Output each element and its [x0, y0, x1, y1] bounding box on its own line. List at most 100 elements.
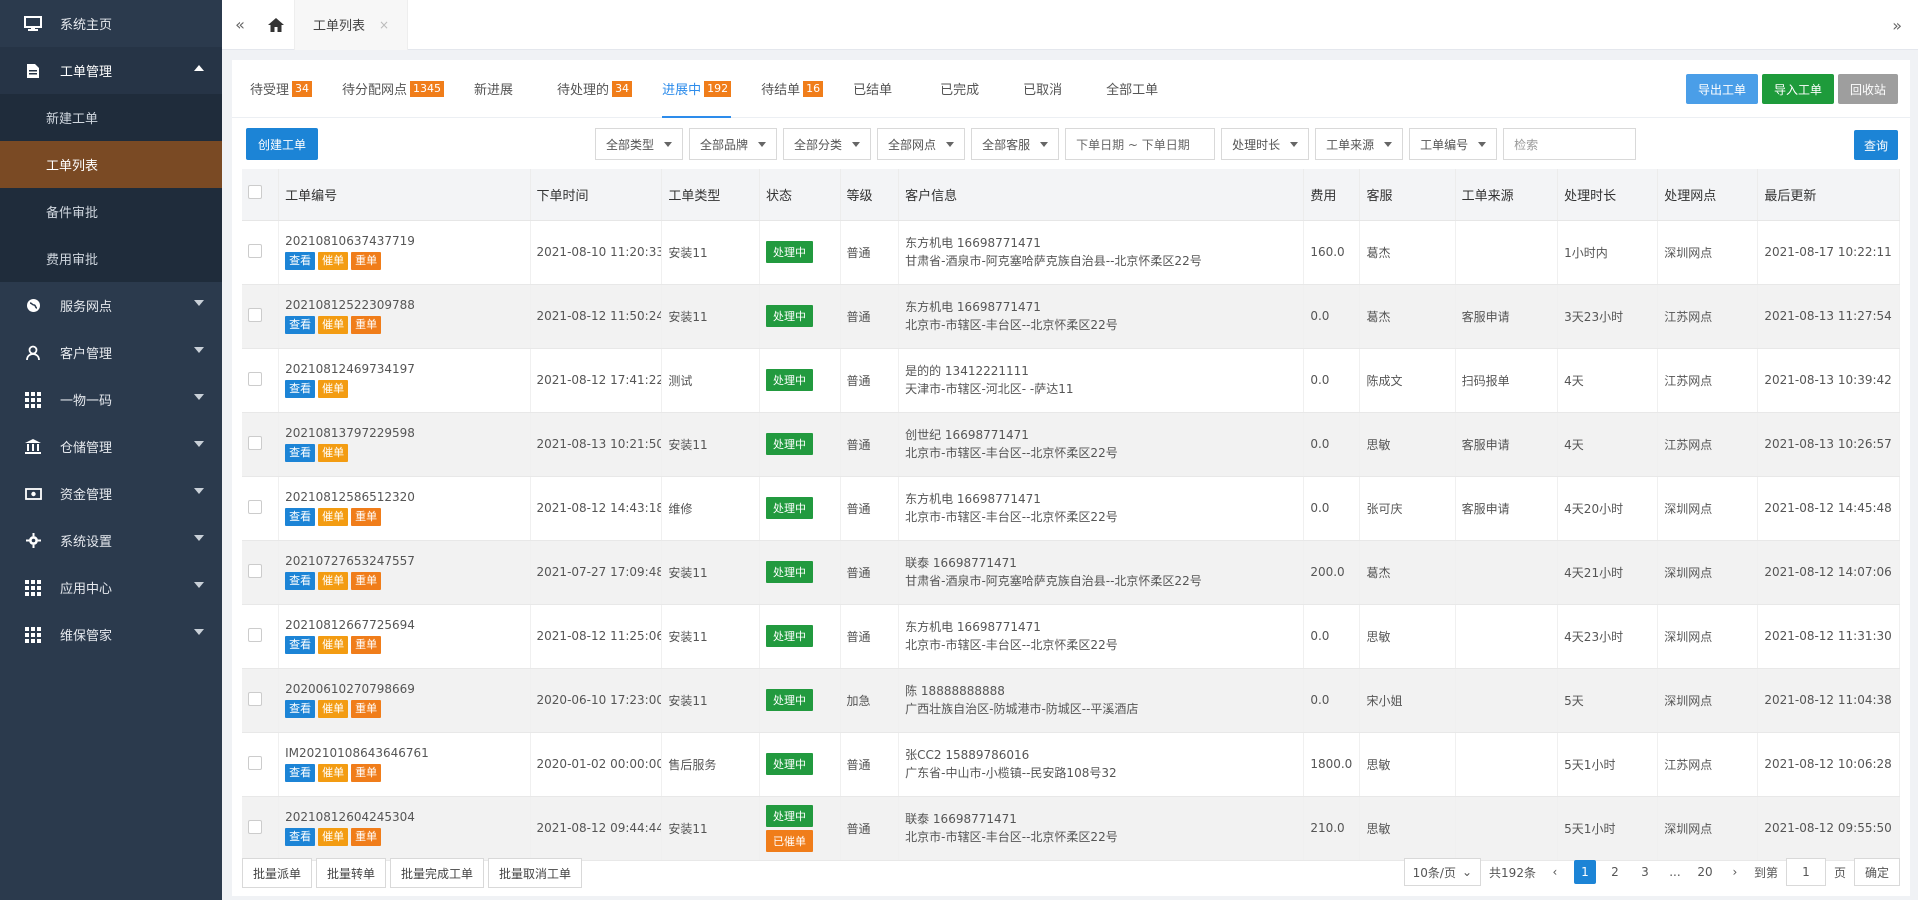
row-checkbox[interactable]	[248, 819, 262, 834]
prev-page-icon[interactable]: ‹	[1544, 860, 1566, 884]
import-button[interactable]: 导入工单	[1761, 74, 1834, 104]
tab-pending-accept[interactable]: 待受理 34	[250, 60, 313, 118]
resend-button[interactable]: 重单	[351, 572, 382, 590]
resend-button[interactable]: 重单	[351, 252, 382, 270]
row-checkbox[interactable]	[248, 435, 262, 450]
row-checkbox[interactable]	[248, 627, 262, 642]
category-filter[interactable]: 全部分类	[783, 128, 872, 160]
page-size-select[interactable]: 10条/页 ⌄	[1403, 858, 1482, 886]
row-checkbox[interactable]	[248, 243, 262, 258]
view-button[interactable]: 查看	[285, 316, 316, 334]
sidebar-item-service-network[interactable]: 服务网点	[0, 282, 222, 329]
search-field-select[interactable]: 工单编号	[1409, 128, 1498, 160]
page-20[interactable]: 20	[1694, 860, 1716, 884]
double-right-icon[interactable]: »	[1892, 0, 1902, 50]
network-filter[interactable]: 全部网点	[877, 128, 966, 160]
select-all-checkbox[interactable]	[248, 185, 262, 200]
row-checkbox[interactable]	[248, 691, 262, 706]
urge-button[interactable]: 催单	[318, 636, 349, 654]
page-2[interactable]: 2	[1604, 860, 1626, 884]
type-filter[interactable]: 全部类型	[595, 128, 684, 160]
urge-button[interactable]: 催单	[318, 572, 349, 590]
search-input[interactable]: 检索	[1503, 128, 1637, 160]
home-icon[interactable]	[258, 0, 294, 50]
tab-pending-close[interactable]: 待结单 16	[761, 60, 824, 118]
sidebar-item-one-code[interactable]: 一物一码	[0, 376, 222, 423]
urge-button[interactable]: 催单	[318, 508, 349, 526]
urge-button[interactable]: 催单	[318, 828, 349, 846]
order-id[interactable]: 20210727653247557	[285, 554, 523, 568]
sidebar-item-customers[interactable]: 客户管理	[0, 329, 222, 376]
row-checkbox[interactable]	[248, 563, 262, 578]
resend-button[interactable]: 重单	[351, 828, 382, 846]
row-checkbox[interactable]	[248, 371, 262, 386]
sidebar-item-workorders[interactable]: 工单管理	[0, 47, 222, 94]
sub-item-order-list[interactable]: 工单列表	[0, 141, 222, 188]
double-left-icon[interactable]: «	[222, 0, 258, 50]
sidebar-item-app-center[interactable]: 应用中心	[0, 564, 222, 611]
order-id[interactable]: 20210810637437719	[285, 234, 523, 248]
order-id[interactable]: 20210812469734197	[285, 362, 523, 376]
urge-button[interactable]: 催单	[318, 380, 349, 398]
tab-closed[interactable]: 已结单	[853, 60, 892, 118]
sidebar-item-warehouse[interactable]: 仓储管理	[0, 423, 222, 470]
query-button[interactable]: 查询	[1853, 130, 1898, 160]
resend-button[interactable]: 重单	[351, 316, 382, 334]
batch-transfer-button[interactable]: 批量转单	[316, 858, 387, 888]
order-id[interactable]: 20210812586512320	[285, 490, 523, 504]
sidebar-item-settings[interactable]: 系统设置	[0, 517, 222, 564]
sub-item-parts-approval[interactable]: 备件审批	[0, 188, 222, 235]
tab-pending-process[interactable]: 待处理的 34	[557, 60, 633, 118]
sub-item-new-order[interactable]: 新建工单	[0, 94, 222, 141]
tab-in-progress[interactable]: 进展中 192	[662, 60, 732, 118]
urge-button[interactable]: 催单	[318, 316, 349, 334]
batch-complete-button[interactable]: 批量完成工单	[390, 858, 485, 888]
resend-button[interactable]: 重单	[351, 700, 382, 718]
view-button[interactable]: 查看	[285, 572, 316, 590]
recycle-bin-button[interactable]: 回收站	[1837, 74, 1898, 104]
sub-item-fee-approval[interactable]: 费用审批	[0, 235, 222, 282]
tab-pending-assign[interactable]: 待分配网点 1345	[342, 60, 445, 118]
urge-button[interactable]: 催单	[318, 764, 349, 782]
close-icon[interactable]: ×	[379, 18, 389, 32]
next-page-icon[interactable]: ›	[1724, 860, 1746, 884]
view-button[interactable]: 查看	[285, 444, 316, 462]
view-button[interactable]: 查看	[285, 380, 316, 398]
page-tab-order-list[interactable]: 工单列表 ×	[294, 0, 409, 50]
date-range-input[interactable]: 下单日期 ~ 下单日期	[1065, 128, 1216, 160]
order-id[interactable]: 20210812604245304	[285, 810, 523, 824]
urge-button[interactable]: 催单	[318, 252, 349, 270]
tab-all[interactable]: 全部工单	[1106, 60, 1158, 118]
page-1[interactable]: 1	[1573, 860, 1596, 884]
service-filter[interactable]: 全部客服	[971, 128, 1060, 160]
duration-filter[interactable]: 处理时长	[1221, 128, 1310, 160]
resend-button[interactable]: 重单	[351, 764, 382, 782]
sidebar-item-finance[interactable]: 资金管理	[0, 470, 222, 517]
resend-button[interactable]: 重单	[351, 508, 382, 526]
batch-cancel-button[interactable]: 批量取消工单	[488, 858, 583, 888]
tab-cancelled[interactable]: 已取消	[1023, 60, 1062, 118]
view-button[interactable]: 查看	[285, 764, 316, 782]
goto-confirm-button[interactable]: 确定	[1853, 858, 1900, 886]
urge-button[interactable]: 催单	[318, 700, 349, 718]
tab-completed[interactable]: 已完成	[940, 60, 979, 118]
row-checkbox[interactable]	[248, 307, 262, 322]
sidebar-item-home[interactable]: 系统主页	[0, 0, 222, 47]
view-button[interactable]: 查看	[285, 636, 316, 654]
page-3[interactable]: 3	[1634, 860, 1656, 884]
order-id[interactable]: 20210812522309788	[285, 298, 523, 312]
order-id[interactable]: 20200610270798669	[285, 682, 523, 696]
view-button[interactable]: 查看	[285, 508, 316, 526]
resend-button[interactable]: 重单	[351, 636, 382, 654]
batch-dispatch-button[interactable]: 批量派单	[242, 858, 313, 888]
order-id[interactable]: IM20210108643646761	[285, 746, 523, 760]
urge-button[interactable]: 催单	[318, 444, 349, 462]
row-checkbox[interactable]	[248, 499, 262, 514]
view-button[interactable]: 查看	[285, 828, 316, 846]
order-id[interactable]: 20210813797229598	[285, 426, 523, 440]
sidebar-item-maintenance[interactable]: 维保管家	[0, 611, 222, 658]
goto-page-input[interactable]: 1	[1785, 858, 1826, 886]
view-button[interactable]: 查看	[285, 252, 316, 270]
export-button[interactable]: 导出工单	[1685, 74, 1758, 104]
brand-filter[interactable]: 全部品牌	[689, 128, 778, 160]
